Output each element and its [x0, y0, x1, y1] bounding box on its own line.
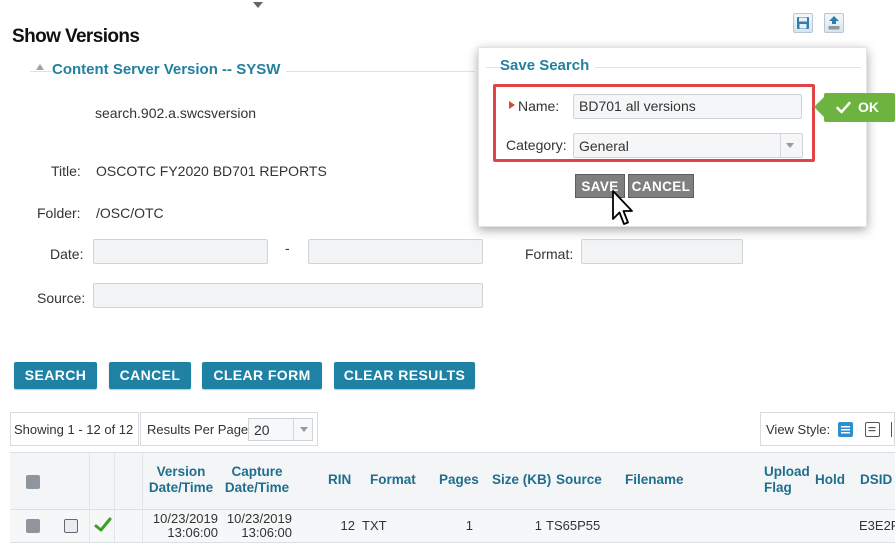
version-time: 13:06:00 — [167, 525, 218, 540]
search-button[interactable]: SEARCH — [14, 362, 97, 389]
column-upload-flag[interactable]: Upload Flag — [764, 464, 814, 496]
results-per-page-box: Results Per Page: 20 — [140, 412, 318, 446]
source-value: TS65P55 — [546, 518, 601, 533]
view-style-box: View Style: — [760, 412, 895, 446]
rin-value: 12 — [340, 518, 355, 533]
page-title: Show Versions — [12, 26, 140, 47]
column-pages[interactable]: Pages — [439, 472, 479, 488]
list-lines-icon — [841, 426, 850, 434]
detail-lines-icon — [868, 427, 876, 432]
source-input[interactable] — [93, 283, 483, 308]
top-caret-icon — [253, 2, 263, 8]
check-icon — [836, 101, 851, 114]
row-checkbox[interactable] — [26, 519, 40, 533]
table-row[interactable]: 10/23/2019 13:06:00 10/23/2019 13:06:00 … — [10, 510, 895, 543]
date-from-input[interactable] — [93, 239, 268, 264]
size-kb-value: 1 — [534, 518, 542, 533]
ok-label: OK — [858, 99, 879, 115]
column-rin[interactable]: RIN — [328, 472, 351, 488]
date-separator: - — [285, 240, 290, 256]
content-server-version-header[interactable]: Content Server Version -- SYSW — [52, 61, 287, 78]
column-filename[interactable]: Filename — [625, 472, 684, 488]
upload-arrow-icon — [828, 16, 840, 30]
select-all-checkbox[interactable] — [26, 475, 40, 489]
format-value: TXT — [362, 518, 387, 533]
list-view-icon[interactable] — [838, 422, 853, 437]
title-value: OSCOTC FY2020 BD701 REPORTS — [96, 163, 327, 179]
save-icon[interactable] — [793, 13, 813, 33]
column-dsid[interactable]: DSID — [860, 472, 892, 488]
clear-form-button[interactable]: CLEAR FORM — [202, 362, 322, 389]
table-header-row: Version Date/Time Capture Date/Time RIN … — [10, 452, 895, 511]
ok-button[interactable]: OK — [814, 93, 895, 122]
select-divider — [293, 419, 294, 440]
folder-value: /OSC/OTC — [96, 205, 164, 221]
pages-value: 1 — [465, 518, 473, 533]
row-detail-icon[interactable] — [64, 519, 78, 533]
capture-date: 10/23/2019 — [226, 511, 292, 526]
popup-cancel-button[interactable]: CANCEL — [628, 174, 694, 198]
dsid-value: E3E2F — [859, 518, 895, 533]
floppy-disk-icon — [797, 17, 809, 29]
results-count-box: Showing 1 - 12 of 12 — [10, 412, 139, 446]
results-per-page-value: 20 — [254, 422, 270, 438]
detail-view-icon[interactable] — [865, 422, 880, 437]
date-label: Date: — [50, 246, 84, 262]
column-source[interactable]: Source — [556, 472, 602, 488]
cancel-button[interactable]: CANCEL — [109, 362, 191, 389]
upload-icon[interactable] — [824, 13, 844, 33]
capture-time: 13:06:00 — [241, 525, 292, 540]
source-label: Source: — [37, 290, 86, 306]
column-hold[interactable]: Hold — [815, 472, 845, 488]
column-separator — [142, 453, 143, 511]
column-separator — [89, 453, 90, 511]
column-separator — [142, 510, 143, 543]
column-format[interactable]: Format — [370, 472, 416, 488]
grid-view-icon[interactable] — [891, 422, 895, 437]
results-count-text: Showing 1 - 12 of 12 — [14, 422, 134, 437]
results-per-page-select[interactable]: 20 — [248, 418, 313, 441]
column-capture-datetime[interactable]: Capture Date/Time — [220, 464, 294, 496]
folder-label: Folder: — [37, 205, 81, 221]
column-separator — [89, 510, 90, 543]
clear-results-button[interactable]: CLEAR RESULTS — [334, 362, 475, 389]
save-search-title: Save Search — [500, 57, 596, 74]
mouse-cursor-icon — [612, 190, 633, 225]
column-separator — [114, 453, 115, 511]
column-size-kb[interactable]: Size (KB) — [492, 472, 551, 488]
results-per-page-label: Results Per Page: — [147, 422, 252, 437]
version-date: 10/23/2019 — [152, 511, 218, 526]
date-to-input[interactable] — [308, 239, 483, 264]
search-id-text: search.902.a.swcsversion — [95, 105, 257, 121]
view-style-label: View Style: — [766, 422, 831, 437]
title-label: Title: — [51, 163, 81, 179]
format-input[interactable] — [581, 239, 743, 264]
format-label: Format: — [525, 246, 574, 262]
checkmark-icon — [94, 517, 112, 532]
collapse-arrow-icon[interactable] — [36, 64, 44, 70]
chevron-down-icon — [300, 427, 308, 432]
highlight-box — [493, 84, 815, 162]
column-separator — [114, 510, 115, 543]
column-version-datetime[interactable]: Version Date/Time — [146, 464, 216, 496]
